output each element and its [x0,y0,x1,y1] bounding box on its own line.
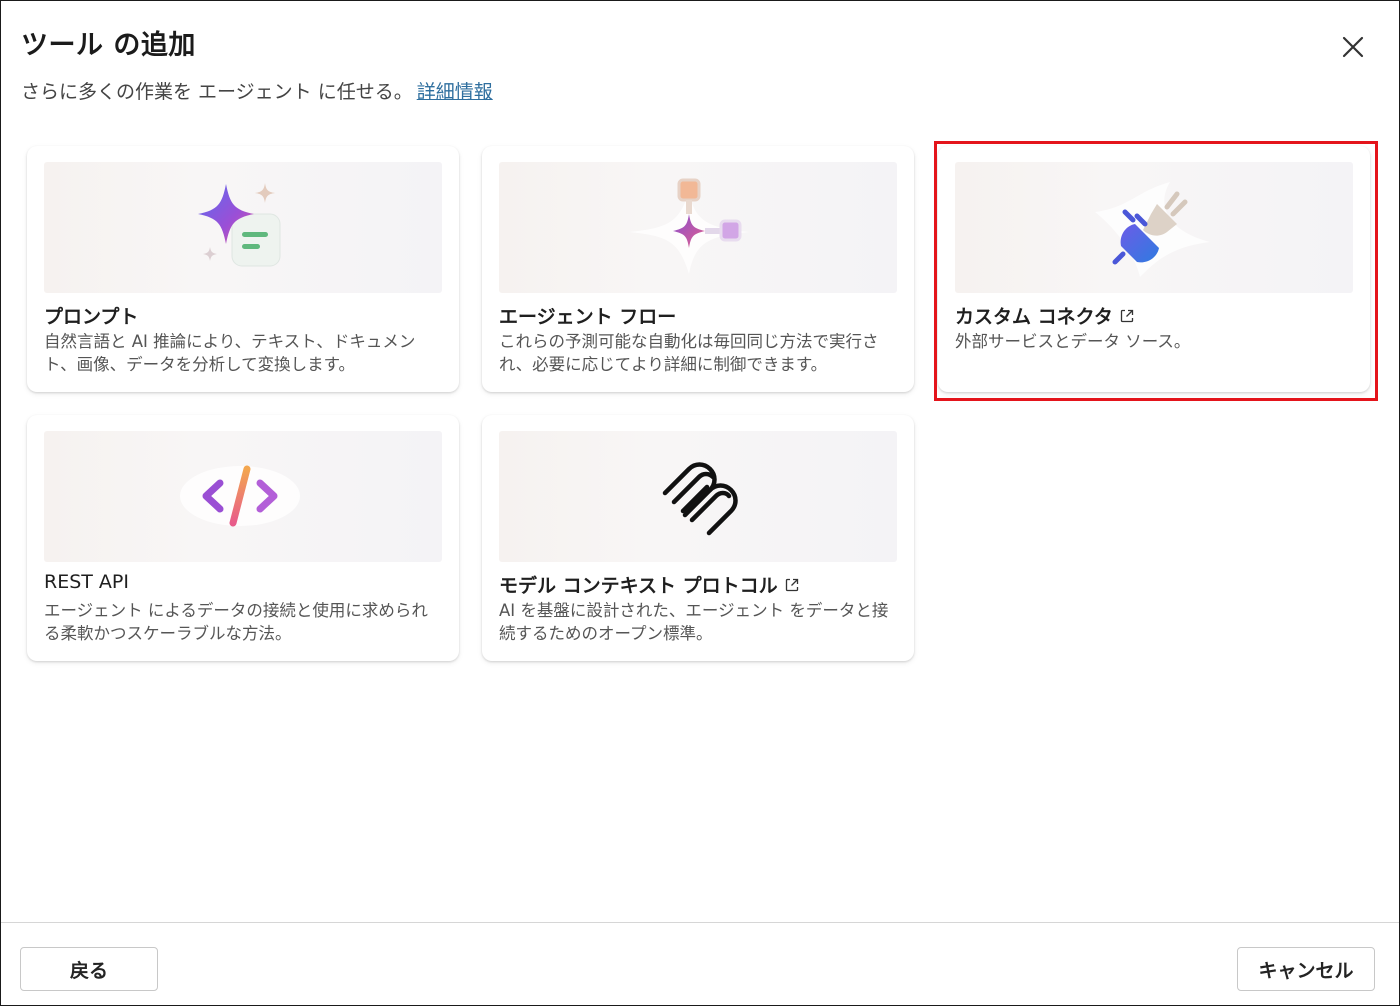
card-title: エージェント フロー [499,306,677,328]
external-link-icon [1120,309,1134,322]
back-button[interactable]: 戻る [20,947,158,991]
tool-card-rest-api[interactable]: REST API エージェント によるデータの接続と使用に求められる柔軟かつスケ… [27,415,459,661]
tool-card-custom-connector[interactable]: カスタム コネクタ 外部サービスとデータ ソース。 [938,146,1370,392]
card-title: REST API [44,571,129,593]
close-button[interactable] [1335,29,1371,65]
close-icon [1342,36,1364,58]
card-description: AI を基盤に設計された、エージェント をデータと接続するためのオープン標準。 [499,601,889,643]
code-brackets-icon [180,465,300,527]
tool-card-prompt[interactable]: プロンプト 自然言語と AI 推論により、テキスト、ドキュメント、画像、データを… [27,146,459,392]
agent-flow-icon [629,178,749,274]
mcp-icon [662,462,738,536]
cancel-button[interactable]: キャンセル [1237,947,1375,991]
card-hero [44,162,442,293]
plug-connector-icon [1095,182,1210,277]
card-title-row: カスタム コネクタ [955,302,1135,329]
tool-card-agent-flow[interactable]: エージェント フロー これらの予測可能な自動化は毎回同じ方法で実行され、必要に応… [482,146,914,392]
card-title: プロンプト [44,306,139,328]
learn-more-link[interactable]: 詳細情報 [417,81,493,103]
subtitle-text: さらに多くの作業を エージェント に任せる。 [21,81,413,103]
external-link-icon [785,578,798,591]
add-tool-dialog: ツール の追加 さらに多くの作業を エージェント に任せる。 詳細情報 プロンプ… [0,0,1400,1006]
dialog-title: ツール の追加 [21,30,196,61]
sparkle-prompt-icon [198,183,281,267]
dialog-subtitle: さらに多くの作業を エージェント に任せる。 詳細情報 [21,77,493,104]
card-description: 外部サービスとデータ ソース。 [955,332,1191,351]
card-description: これらの予測可能な自動化は毎回同じ方法で実行され、必要に応じてより詳細に制御でき… [499,332,879,374]
card-hero [44,431,442,562]
card-title: カスタム コネクタ [955,306,1113,328]
card-description: 自然言語と AI 推論により、テキスト、ドキュメント、画像、データを分析して変換… [44,332,416,374]
card-title: モデル コンテキスト プロトコル [499,575,778,597]
card-hero [955,162,1353,293]
card-description: エージェント によるデータの接続と使用に求められる柔軟かつスケーラブルな方法。 [44,601,428,643]
tool-card-model-context-protocol[interactable]: モデル コンテキスト プロトコル AI を基盤に設計された、エージェント をデー… [482,415,914,661]
card-hero [499,431,897,562]
card-hero [499,162,897,293]
footer-divider [1,922,1399,923]
card-title-row: モデル コンテキスト プロトコル [499,571,800,598]
